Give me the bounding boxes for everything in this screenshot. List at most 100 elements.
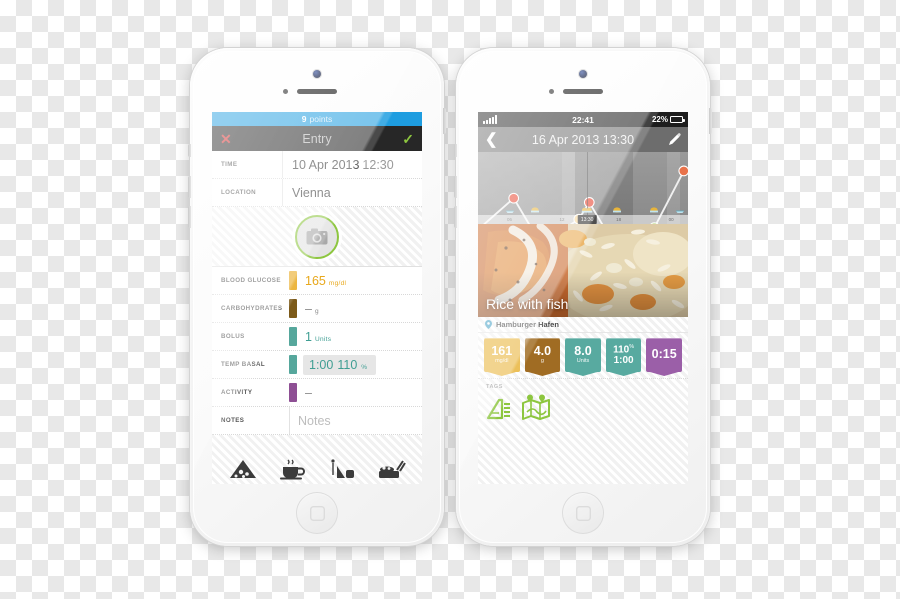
meal-marker	[581, 206, 593, 213]
points-count: 9	[301, 114, 307, 124]
food-category-toolbar	[212, 435, 422, 484]
camera-icon	[306, 228, 328, 245]
chip-carbohydrates[interactable]: 4.0 g	[524, 338, 561, 372]
activity-label: ACTIVITY	[221, 389, 253, 396]
earpiece-speaker	[297, 89, 337, 94]
detail-navbar: ❮ 16 Apr 2013 13:30	[478, 127, 688, 152]
cancel-icon[interactable]: ✕	[220, 132, 232, 146]
notes-input[interactable]: Notes	[298, 414, 331, 428]
activity-value: –	[305, 385, 312, 400]
back-chevron-icon[interactable]: ❮	[485, 132, 498, 147]
chip-bg-unit: mg/dl	[495, 358, 509, 365]
chip-carbs-unit: g	[540, 358, 544, 365]
temp-basal-row[interactable]: TEMP BASAL 1:00 110 %	[212, 351, 422, 379]
photo-capture-area[interactable]	[212, 207, 422, 267]
carbohydrates-row[interactable]: CARBOHYDRATES – g	[212, 295, 422, 323]
bolus-label: BOLUS	[221, 333, 245, 340]
map-route-icon[interactable]	[522, 394, 550, 420]
points-label: points	[309, 114, 333, 124]
meal-tray-icon[interactable]	[376, 458, 407, 480]
metric-chips: 161 mg/dl 4.0 g 8.0 Units 110% 1:00 0:15	[478, 333, 688, 378]
activity-row[interactable]: ACTIVITY –	[212, 379, 422, 407]
chip-bolus[interactable]: 8.0 Units	[565, 338, 601, 372]
volume-down-button[interactable]	[188, 206, 191, 228]
chip-activity[interactable]: 0:15	[646, 338, 682, 372]
right-phone: 22:41 22% ❮ 16 Apr 2013 13:30 06 12 18 0…	[454, 48, 712, 546]
confirm-icon[interactable]: ✓	[402, 132, 414, 146]
notes-label: NOTES	[221, 417, 245, 424]
camera-button[interactable]	[295, 214, 339, 259]
drink-icon[interactable]	[327, 458, 357, 480]
chip-bg-value: 161	[491, 344, 513, 359]
blood-glucose-row[interactable]: BLOOD GLUCOSE 165 mg/dl	[212, 267, 422, 295]
notes-row[interactable]: NOTES Notes	[212, 407, 422, 435]
chip-basal-percent: 110%	[613, 343, 635, 356]
bolus-row[interactable]: BOLUS 1 Units	[212, 323, 422, 351]
carbohydrates-unit: g	[314, 307, 319, 315]
entry-navbar: ✕ Entry ✓	[212, 126, 422, 151]
meal-marker	[530, 206, 539, 213]
chart-cursor-label: 13:30	[577, 215, 597, 224]
blood-glucose-swatch	[289, 271, 297, 290]
blood-glucose-label: BLOOD GLUCOSE	[221, 277, 281, 284]
map-pin-icon	[485, 320, 492, 329]
home-square-icon	[576, 506, 591, 521]
chart-tick-3: 00	[668, 217, 674, 222]
bolus-value: 1	[305, 329, 312, 344]
activity-swatch	[289, 383, 297, 402]
power-button[interactable]	[443, 108, 446, 134]
pizza-slice-icon[interactable]	[228, 458, 258, 480]
meal-location-name: Hamburger Hafen	[496, 320, 559, 329]
power-button[interactable]	[709, 108, 712, 134]
temp-basal-pill[interactable]: 1:00 110 %	[303, 354, 377, 375]
mute-switch[interactable]	[188, 144, 191, 157]
location-row[interactable]: LOCATION Vienna	[212, 179, 422, 207]
temp-basal-percent-sign: %	[361, 363, 368, 371]
mute-switch[interactable]	[454, 144, 457, 157]
meal-photo[interactable]: Rice with fish	[478, 224, 688, 317]
battery-indicator: 22%	[651, 115, 685, 124]
time-row[interactable]: TIME 10 Apr 2013 12:30	[212, 151, 422, 179]
temp-basal-duration: 1:00	[309, 357, 334, 372]
temp-basal-percent: 110	[337, 357, 358, 372]
entry-datetime-title: 16 Apr 2013 13:30	[531, 132, 635, 147]
time-clock-value: 12:30	[362, 157, 394, 172]
chip-basal-duration: 1:00	[613, 355, 634, 367]
meal-title: Rice with fish	[486, 296, 569, 312]
chip-temp-basal[interactable]: 110% 1:00	[605, 338, 642, 372]
volume-down-button[interactable]	[454, 206, 457, 228]
ios-status-bar: 22:41 22%	[478, 112, 688, 127]
pencil-icon[interactable]	[668, 133, 681, 146]
glucose-chart[interactable]: 06 12 18 00 13:30	[478, 152, 688, 224]
home-button[interactable]	[562, 492, 604, 534]
left-screen: 9 points ✕ Entry ✓ TIME 10 Apr 2013 12:3…	[212, 112, 422, 484]
tags-section: TAGS	[478, 378, 688, 484]
volume-up-button[interactable]	[454, 176, 457, 198]
home-square-icon	[310, 506, 325, 521]
front-camera-icon	[579, 70, 587, 78]
blood-glucose-value: 165	[305, 273, 326, 288]
coffee-cup-icon[interactable]	[277, 458, 307, 480]
meal-marker	[612, 206, 621, 213]
location-row-label: LOCATION	[221, 189, 257, 196]
proximity-sensor-icon	[283, 89, 288, 94]
chart-tick-0: 06	[506, 217, 513, 222]
chip-carbs-value: 4.0	[533, 344, 552, 359]
chart-points	[508, 165, 688, 224]
temp-basal-swatch	[289, 355, 297, 374]
page-title: Entry	[302, 131, 332, 146]
location-value: Vienna	[292, 185, 331, 200]
battery-icon	[670, 116, 685, 123]
battery-percent: 22%	[651, 115, 668, 124]
chart-tick-2: 18	[616, 217, 622, 222]
volume-up-button[interactable]	[188, 176, 191, 198]
blood-glucose-unit: mg/dl	[328, 279, 347, 287]
chip-blood-glucose[interactable]: 161 mg/dl	[484, 338, 520, 372]
meal-location[interactable]: Hamburger Hafen	[478, 317, 688, 333]
escalator-icon[interactable]	[486, 394, 512, 420]
battery-cap	[683, 119, 685, 122]
meal-marker	[650, 206, 659, 213]
chip-bolus-value: 8.0	[574, 344, 592, 359]
home-button[interactable]	[296, 492, 338, 534]
carbohydrates-label: CARBOHYDRATES	[221, 305, 283, 312]
